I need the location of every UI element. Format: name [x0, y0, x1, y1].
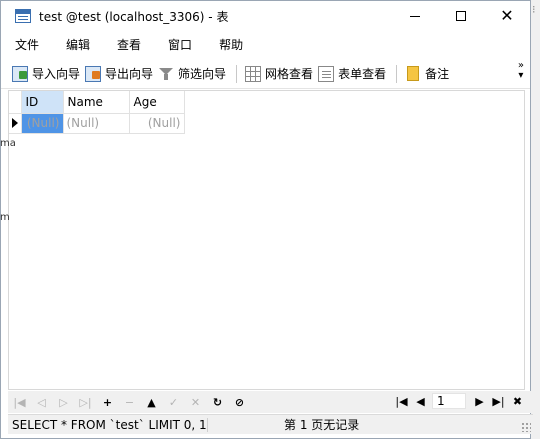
window-controls: ✕: [392, 1, 530, 31]
menu-help[interactable]: 帮助: [211, 35, 251, 55]
maximize-button[interactable]: [438, 1, 484, 31]
form-view-button[interactable]: 表单查看: [318, 63, 389, 85]
cell-age[interactable]: (Null): [129, 113, 185, 134]
last-page-icon[interactable]: ▶|: [491, 393, 506, 409]
page-number-input[interactable]: 1: [432, 393, 466, 409]
toolbar-separator: [236, 64, 238, 83]
minimize-button[interactable]: [392, 1, 438, 31]
menu-view[interactable]: 查看: [109, 35, 149, 55]
table-window: test @test (localhost_3306) - 表 ✕ 文件 编辑 …: [0, 0, 533, 439]
delete-record-icon[interactable]: −: [122, 394, 137, 410]
background-hint-text: m: [0, 212, 10, 223]
grid-view-label: 网格查看: [265, 67, 314, 81]
first-page-icon[interactable]: |◀: [394, 393, 409, 409]
last-record-icon[interactable]: ▷|: [78, 394, 93, 410]
cell-name[interactable]: (Null): [63, 113, 130, 134]
first-record-icon[interactable]: |◀: [12, 394, 27, 410]
discard-changes-icon[interactable]: ✕: [188, 394, 203, 410]
background-app-strip: ⁝: [530, 0, 540, 439]
status-bar: SELECT * FROM `test` LIMIT 0, 10( 第 1 页无…: [8, 414, 533, 434]
column-header-id[interactable]: ID: [21, 91, 64, 114]
row-indicator[interactable]: [9, 113, 22, 134]
close-button[interactable]: ✕: [484, 1, 530, 31]
menu-edit[interactable]: 编辑: [58, 35, 98, 55]
data-grid[interactable]: ID Name Age (Null) (Null) (Null): [8, 90, 525, 390]
title-bar[interactable]: test @test (localhost_3306) - 表 ✕: [1, 1, 530, 31]
window-title: test @test (localhost_3306) - 表: [39, 9, 229, 24]
move-up-icon[interactable]: ▲: [144, 394, 159, 410]
toolbar-overflow-button[interactable]: » ▾: [518, 61, 524, 81]
import-wizard-button[interactable]: 导入向导: [12, 63, 83, 85]
status-page-info: 第 1 页无记录: [284, 418, 360, 432]
status-sql-query: SELECT * FROM `test` LIMIT 0, 10(: [8, 417, 208, 432]
toolbar-separator: [396, 64, 398, 83]
previous-record-icon[interactable]: ◁: [34, 394, 49, 410]
filter-wizard-button[interactable]: 筛选向导: [158, 63, 229, 85]
filter-wizard-label: 筛选向导: [178, 67, 227, 81]
menu-bar: 文件 编辑 查看 窗口 帮助: [1, 31, 530, 59]
menu-window[interactable]: 窗口: [160, 35, 200, 55]
next-record-icon[interactable]: ▷: [56, 394, 71, 410]
memo-label: 备注: [425, 67, 450, 81]
chevron-down-icon: ▾: [518, 70, 524, 81]
table-row[interactable]: (Null) (Null) (Null): [9, 113, 185, 134]
grid-table: ID Name Age (Null) (Null) (Null): [9, 91, 185, 134]
stop-icon[interactable]: ⊘: [232, 394, 247, 410]
grid-corner[interactable]: [9, 91, 22, 114]
refresh-icon[interactable]: ↻: [210, 394, 225, 410]
import-wizard-label: 导入向导: [32, 67, 81, 81]
next-page-icon[interactable]: ▶: [472, 393, 487, 409]
record-navigation-bar: |◀ ◁ ▷ ▷| + − ▲ ✓ ✕ ↻ ⊘ |◀ ◀ 1 ▶ ▶| ✖: [8, 391, 533, 413]
filter-icon: [158, 66, 174, 82]
menu-file[interactable]: 文件: [7, 35, 47, 55]
import-icon: [12, 65, 28, 82]
table-app-icon: [15, 9, 31, 23]
resize-grip-icon[interactable]: [521, 422, 531, 432]
current-row-arrow-icon: [12, 118, 18, 128]
grid-header-row: ID Name Age: [9, 91, 185, 114]
add-record-icon[interactable]: +: [100, 394, 115, 410]
previous-page-icon[interactable]: ◀: [413, 393, 428, 409]
column-header-age[interactable]: Age: [129, 91, 185, 114]
memo-button[interactable]: 备注: [405, 63, 452, 85]
toolbar: 导入向导 导出向导 筛选向导 网格查看 表单查看 备注 » ▾: [1, 59, 530, 89]
settings-icon[interactable]: ✖: [510, 393, 525, 409]
export-wizard-label: 导出向导: [105, 67, 154, 81]
minimize-icon: [410, 15, 420, 17]
pagination-controls: |◀ ◀ 1 ▶ ▶| ✖: [394, 393, 529, 409]
cell-id[interactable]: (Null): [21, 113, 64, 134]
export-wizard-button[interactable]: 导出向导: [85, 63, 156, 85]
maximize-icon: [456, 11, 466, 21]
note-icon: [407, 66, 420, 81]
background-hint-text: ma: [0, 138, 16, 149]
form-icon: [318, 65, 335, 82]
grid-icon: [245, 65, 262, 82]
background-hint: ⁝: [532, 3, 536, 16]
export-icon: [85, 65, 102, 82]
form-view-label: 表单查看: [338, 67, 387, 81]
column-header-name[interactable]: Name: [63, 91, 130, 114]
close-icon: ✕: [500, 6, 514, 25]
grid-view-button[interactable]: 网格查看: [245, 63, 316, 85]
apply-changes-icon[interactable]: ✓: [166, 394, 181, 410]
